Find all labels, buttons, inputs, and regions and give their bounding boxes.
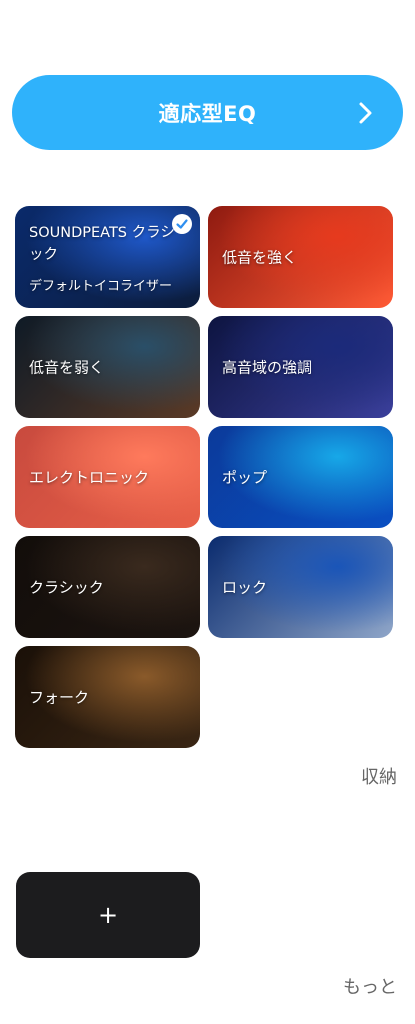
preset-title: ロック — [222, 578, 268, 597]
preset-subtitle: デフォルトイコライザー — [29, 279, 173, 294]
preset-tile-electronic[interactable]: エレクトロニック — [15, 426, 200, 528]
adaptive-eq-button[interactable]: 適応型EQ — [12, 75, 403, 150]
preset-title: 低音を弱く — [29, 358, 105, 377]
preset-title: SOUNDPEATS クラシック — [29, 225, 175, 263]
eq-preset-grid: SOUNDPEATS クラシック デフォルトイコライザー 低音を強く 低音を弱く… — [15, 206, 393, 748]
add-custom-eq-button[interactable]: + — [16, 872, 200, 958]
chevron-right-icon — [359, 102, 372, 123]
collapse-button[interactable]: 収納 — [361, 763, 397, 789]
preset-tile-pop[interactable]: ポップ — [208, 426, 393, 528]
checkmark-icon — [172, 214, 192, 234]
preset-title: クラシック — [29, 578, 104, 597]
plus-icon: + — [97, 901, 119, 929]
preset-title: エレクトロニック — [29, 468, 150, 487]
preset-tile-soundpeats-classic[interactable]: SOUNDPEATS クラシック デフォルトイコライザー — [15, 206, 200, 308]
adaptive-eq-label: 適応型EQ — [158, 101, 257, 126]
preset-tile-bass-reduce[interactable]: 低音を弱く — [15, 316, 200, 418]
preset-tile-folk[interactable]: フォーク — [15, 646, 200, 748]
preset-title: ポップ — [222, 468, 268, 487]
preset-title: 高音域の強調 — [222, 358, 313, 377]
preset-title: 低音を強く — [222, 248, 298, 267]
preset-title: フォーク — [29, 688, 90, 707]
preset-tile-treble-boost[interactable]: 高音域の強調 — [208, 316, 393, 418]
preset-tile-bass-boost[interactable]: 低音を強く — [208, 206, 393, 308]
preset-tile-classical[interactable]: クラシック — [15, 536, 200, 638]
preset-tile-rock[interactable]: ロック — [208, 536, 393, 638]
more-button[interactable]: もっと — [343, 973, 397, 999]
